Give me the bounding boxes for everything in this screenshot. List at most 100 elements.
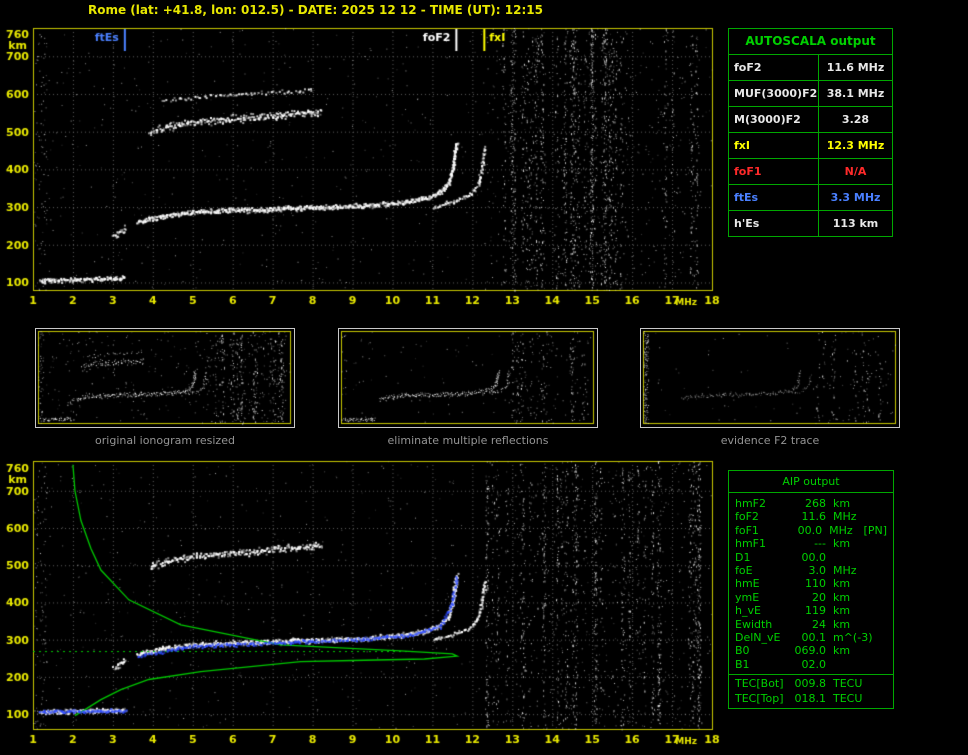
aip-note (869, 497, 887, 510)
aip-note (869, 658, 887, 671)
aip-output-table: AIP output hmF2 268 km foF2 11.6 MHz foF1 00.0 M… (728, 470, 894, 710)
autoscala-row: M(3000)F2 3.28 (729, 107, 892, 133)
aip-name: h_vE (735, 604, 761, 618)
aip-value: 00.0 (797, 523, 823, 537)
aip-note (869, 692, 887, 705)
aip-note (869, 551, 887, 564)
aip-name: ymE (735, 590, 760, 604)
aip-row: Ewidth 24 km (729, 618, 893, 631)
aip-row: hmF1 --- km (729, 537, 893, 550)
aip-name: TEC[Top] (735, 692, 784, 706)
aip-value: --- (814, 537, 826, 551)
aip-note (869, 510, 887, 523)
aip-row: D1 00.0 (729, 551, 893, 564)
autoscala-app-window: Rome (lat: +41.8, lon: 012.5) - DATE: 20… (0, 0, 968, 755)
aip-unit: km (833, 537, 851, 551)
autoscala-param-label: foF1 (729, 159, 819, 184)
aip-unit: MHz (829, 523, 853, 537)
aip-name: B1 (735, 657, 750, 671)
autoscala-param-value: 113 km (832, 217, 879, 230)
aip-row: B0 069.0 km (729, 644, 893, 657)
aip-note (869, 631, 887, 644)
aip-row: foF2 11.6 MHz (729, 510, 893, 523)
aip-note (869, 618, 887, 631)
aip-name: TEC[Bot] (735, 677, 784, 691)
aip-name: B0 (735, 644, 750, 658)
thumbnail-evidence-f2 (640, 328, 900, 428)
aip-row: DelN_vE 00.1 m^(-3) (729, 631, 893, 644)
aip-table-body: hmF2 268 km foF2 11.6 MHz foF1 00.0 MHz [PN] hmF1-… (729, 497, 893, 705)
aip-note (869, 537, 887, 550)
aip-row: hmE 110 km (729, 577, 893, 590)
aip-note (869, 604, 887, 617)
aip-unit (833, 658, 869, 671)
aip-note (869, 577, 887, 590)
aip-name: DelN_vE (735, 630, 781, 644)
aip-row: foE 3.0 MHz (729, 564, 893, 577)
aip-name: hmF2 (735, 497, 767, 510)
aip-row: foF1 00.0 MHz [PN] (729, 524, 893, 537)
aip-value: 00.0 (801, 550, 827, 564)
aip-unit: km (833, 577, 851, 591)
autoscala-param-label: MUF(3000)F2 (729, 81, 819, 106)
top-ionogram-canvas (0, 22, 724, 320)
autoscala-table-body: foF2 11.6 MHz MUF(3000)F2 38.1 MHz M(3000)F2… (729, 55, 892, 236)
aip-value: 018.1 (794, 692, 827, 706)
aip-name: foE (735, 563, 753, 577)
bottom-ionogram-canvas (0, 455, 724, 755)
autoscala-param-value: N/A (844, 165, 867, 178)
autoscala-param-label: h'Es (729, 211, 819, 236)
aip-row: TEC[Top] 018.1 TECU (729, 692, 893, 705)
aip-name: foF2 (735, 510, 759, 524)
aip-note (869, 564, 887, 577)
aip-value: 3.0 (808, 563, 827, 577)
aip-unit (833, 551, 869, 564)
autoscala-param-label: M(3000)F2 (729, 107, 819, 132)
aip-value: 119 (805, 604, 826, 618)
autoscala-param-value: 3.28 (841, 113, 870, 126)
aip-row: hmF2 268 km (729, 497, 893, 510)
aip-note (869, 677, 887, 692)
aip-name: foF1 (735, 523, 759, 537)
station-date-time-title: Rome (lat: +41.8, lon: 012.5) - DATE: 20… (88, 3, 543, 17)
autoscala-param-value: 3.3 MHz (830, 191, 881, 204)
aip-name: D1 (735, 550, 751, 564)
autoscala-row: MUF(3000)F2 38.1 MHz (729, 81, 892, 107)
aip-unit: km (833, 604, 851, 618)
autoscala-param-label: foF2 (729, 55, 819, 80)
thumbnail-eliminate-canvas (339, 329, 597, 427)
aip-value: 009.8 (794, 677, 827, 691)
aip-row: B1 02.0 (729, 658, 893, 671)
aip-value: 20 (812, 590, 826, 604)
autoscala-output-table: AUTOSCALA output foF2 11.6 MHz MUF(3000)F2… (728, 28, 893, 237)
autoscala-param-value: 11.6 MHz (826, 61, 885, 74)
autoscala-row: fxI 12.3 MHz (729, 133, 892, 159)
aip-value: 268 (805, 497, 826, 510)
autoscala-row: foF2 11.6 MHz (729, 55, 892, 81)
aip-note (869, 644, 887, 657)
bottom-ionogram-panel (0, 455, 724, 755)
aip-value: 069.0 (794, 644, 827, 658)
autoscala-table-title: AUTOSCALA output (729, 29, 892, 55)
aip-unit: m^(-3) (833, 630, 873, 644)
aip-value: 00.1 (801, 630, 827, 644)
aip-name: Ewidth (735, 617, 773, 631)
autoscala-param-label: ftEs (729, 185, 819, 210)
aip-unit: km (833, 644, 851, 658)
aip-unit: TECU (833, 677, 863, 691)
thumbnail-caption-eliminate: eliminate multiple reflections (387, 434, 549, 447)
aip-unit: MHz (833, 563, 857, 577)
autoscala-param-value: 38.1 MHz (826, 87, 885, 100)
aip-unit: km (833, 617, 851, 631)
aip-note (869, 591, 887, 604)
aip-unit: TECU (833, 692, 863, 706)
autoscala-row: ftEs 3.3 MHz (729, 185, 892, 211)
thumbnail-evidence-canvas (641, 329, 899, 427)
thumbnail-eliminate-reflections (338, 328, 598, 428)
autoscala-param-value: 12.3 MHz (826, 139, 885, 152)
top-ionogram-panel (0, 22, 724, 320)
aip-value: 11.6 (801, 510, 827, 524)
autoscala-row: foF1 N/A (729, 159, 892, 185)
aip-table-title: AIP output (729, 471, 893, 493)
aip-name: hmF1 (735, 537, 767, 551)
